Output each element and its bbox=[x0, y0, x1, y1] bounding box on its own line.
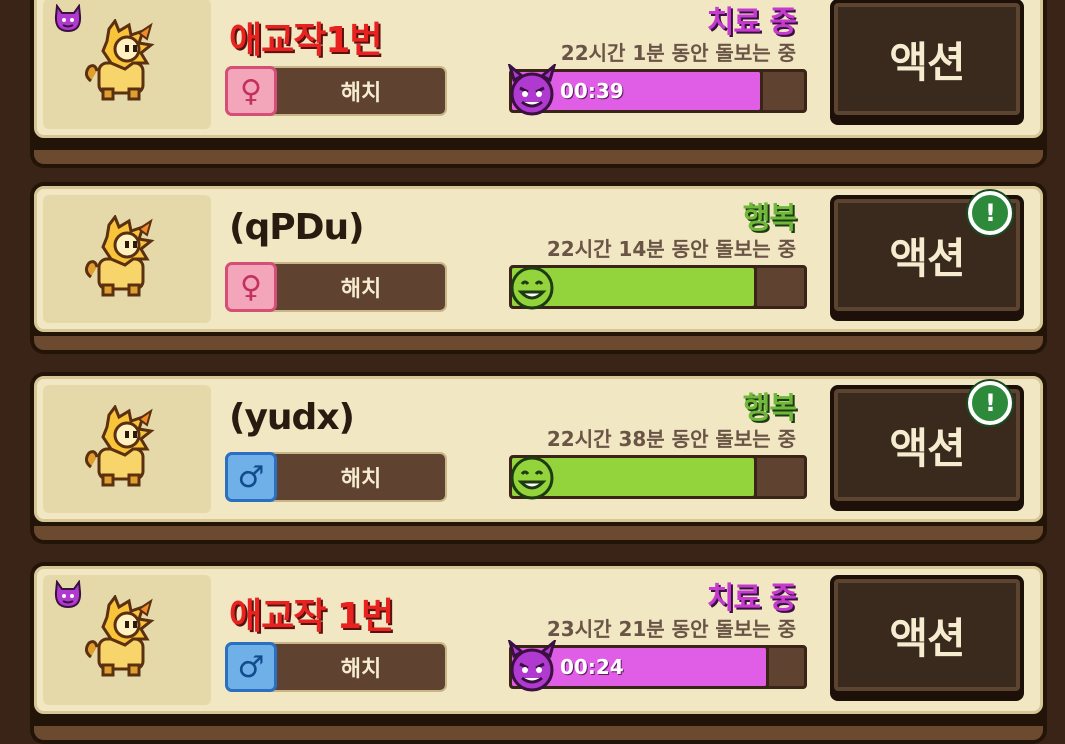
action-button[interactable]: 액션! bbox=[830, 381, 1024, 505]
healing-timer: 00:24 bbox=[560, 655, 624, 679]
care-time-label: 22시간 1분 동안 돌보는 중 bbox=[560, 41, 796, 65]
condition-bar bbox=[509, 265, 807, 310]
pet-card: 애교작1번 ♀ 해치 치료 중 22시간 1분 동안 돌보는 중 00:39 액… bbox=[30, 0, 1047, 168]
pet-card: (qPDu) ♀ 해치 행복 22시간 14분 동안 돌보는 중 액션! bbox=[30, 182, 1047, 354]
card-lip bbox=[34, 336, 1043, 350]
condition-bar: 00:39 bbox=[507, 64, 807, 116]
pet-sprite-icon bbox=[84, 19, 155, 101]
pet-card: 애교작 1번 ♂ 해치 치료 중 23시간 21분 동안 돌보는 중 00:24… bbox=[30, 562, 1047, 744]
smile-face-icon bbox=[510, 456, 554, 500]
gender-stage-box: ♂ 해치 bbox=[225, 452, 447, 502]
smile-face-icon bbox=[510, 266, 554, 310]
pet-name: (yudx) bbox=[229, 397, 355, 438]
condition-bar-tick bbox=[760, 72, 764, 110]
male-icon: ♂ bbox=[225, 642, 277, 692]
notification-icon: ! bbox=[968, 191, 1012, 235]
card-body: (qPDu) ♀ 해치 행복 22시간 14분 동안 돌보는 중 액션! bbox=[34, 186, 1043, 332]
condition-bar-tick bbox=[754, 458, 758, 496]
pet-name: (qPDu) bbox=[229, 207, 365, 248]
devil-badge-icon bbox=[54, 580, 82, 609]
notification-icon: ! bbox=[968, 381, 1012, 425]
gender-stage-box: ♀ 해치 bbox=[225, 262, 447, 312]
pet-portrait-cell[interactable] bbox=[43, 195, 211, 323]
stage-label: 해치 bbox=[340, 277, 382, 302]
pet-sprite-icon bbox=[84, 595, 155, 677]
healing-timer: 00:39 bbox=[560, 79, 624, 103]
condition-bar bbox=[509, 455, 807, 500]
condition-bar-tick bbox=[754, 268, 758, 306]
action-button[interactable]: 액션 bbox=[830, 0, 1024, 119]
pet-card: (yudx) ♂ 해치 행복 22시간 38분 동안 돌보는 중 액션! bbox=[30, 372, 1047, 544]
condition-bar: 00:24 bbox=[507, 640, 807, 692]
pet-portrait-cell[interactable] bbox=[43, 385, 211, 513]
pet-sprite-icon bbox=[84, 405, 155, 487]
card-body: 애교작1번 ♀ 해치 치료 중 22시간 1분 동안 돌보는 중 00:39 액… bbox=[34, 0, 1043, 138]
male-icon: ♂ bbox=[225, 452, 277, 502]
card-body: (yudx) ♂ 해치 행복 22시간 38분 동안 돌보는 중 액션! bbox=[34, 376, 1043, 522]
status-label: 치료 중 bbox=[706, 581, 797, 616]
status-label: 행복 bbox=[742, 391, 797, 426]
pet-portrait-cell[interactable] bbox=[43, 575, 211, 705]
devil-face-icon bbox=[507, 640, 557, 692]
stage-label: 해치 bbox=[340, 81, 382, 106]
devil-badge-icon bbox=[54, 4, 82, 33]
status-label: 치료 중 bbox=[706, 5, 797, 40]
gender-stage-box: ♂ 해치 bbox=[225, 642, 447, 692]
pet-portrait-cell[interactable] bbox=[43, 0, 211, 129]
stage-label: 해치 bbox=[340, 467, 382, 492]
card-lip bbox=[34, 150, 1043, 164]
pet-name: 애교작 1번 bbox=[229, 596, 394, 637]
status-label: 행복 bbox=[742, 201, 797, 236]
care-time-label: 23시간 21분 동안 돌보는 중 bbox=[546, 617, 796, 641]
care-time-label: 22시간 14분 동안 돌보는 중 bbox=[546, 237, 796, 261]
action-button[interactable]: 액션! bbox=[830, 191, 1024, 315]
female-icon: ♀ bbox=[225, 66, 277, 116]
care-time-label: 22시간 38분 동안 돌보는 중 bbox=[546, 427, 796, 451]
gender-stage-box: ♀ 해치 bbox=[225, 66, 447, 116]
female-icon: ♀ bbox=[225, 262, 277, 312]
condition-bar-tick bbox=[766, 648, 770, 686]
pet-sprite-icon bbox=[84, 215, 155, 297]
devil-face-icon bbox=[507, 64, 557, 116]
card-lip bbox=[34, 726, 1043, 740]
action-button[interactable]: 액션 bbox=[830, 575, 1024, 695]
pet-name: 애교작1번 bbox=[229, 20, 383, 61]
card-body: 애교작 1번 ♂ 해치 치료 중 23시간 21분 동안 돌보는 중 00:24… bbox=[34, 566, 1043, 714]
stage-label: 해치 bbox=[340, 657, 382, 682]
card-lip bbox=[34, 526, 1043, 540]
